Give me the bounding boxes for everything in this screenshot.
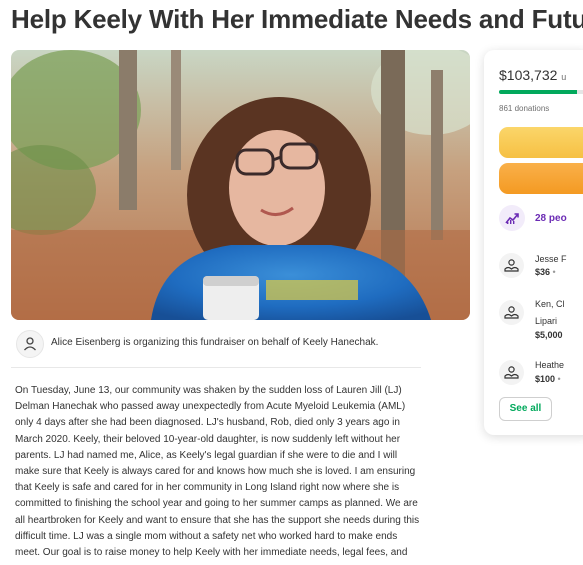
share-button[interactable] — [499, 127, 583, 158]
donor-item: Jesse F $36 • — [499, 253, 583, 283]
organizer-row: Alice Eisenberg is organizing this fundr… — [11, 330, 421, 358]
donor-name: Ken, Cl — [535, 299, 565, 309]
trend-text: 28 peo — [535, 213, 567, 224]
donation-hands-icon — [499, 360, 524, 385]
see-all-button[interactable]: See all — [499, 397, 552, 421]
donor-item: Ken, Cl Lipari $5,000 — [499, 298, 583, 342]
donations-count: 861 donations — [499, 104, 550, 113]
donor-amount: $36 • — [535, 267, 556, 277]
donation-hands-icon — [499, 253, 524, 278]
story-text: On Tuesday, June 13, our community was s… — [15, 385, 420, 559]
progress-bar — [499, 90, 583, 94]
donor-name: Heathe — [535, 360, 565, 370]
donor-item: Heathe $100 • — [499, 359, 583, 389]
amount-raised: $103,732 u — [499, 67, 566, 83]
divider — [11, 367, 421, 368]
donor-name: Jesse F — [535, 254, 567, 264]
recent-donations-trend: 28 peo — [499, 205, 583, 233]
donate-button[interactable] — [499, 163, 583, 194]
donor-amount: $5,000 — [535, 330, 563, 340]
progress-fill — [499, 90, 577, 94]
trending-up-icon — [499, 205, 525, 231]
page-title: Help Keely With Her Immediate Needs and … — [11, 4, 583, 34]
amount-raised-suffix: u — [561, 72, 567, 82]
campaign-hero-image — [11, 50, 470, 320]
donation-card: $103,732 u 861 donations 28 peo Jesse F — [484, 50, 583, 435]
organizer-text: Alice Eisenberg is organizing this fundr… — [51, 337, 379, 348]
amount-raised-value: $103,732 — [499, 67, 558, 83]
person-icon — [16, 330, 44, 358]
donor-name-line2: Lipari — [535, 316, 558, 326]
donor-amount: $100 • — [535, 374, 561, 384]
donation-hands-icon — [499, 300, 524, 325]
